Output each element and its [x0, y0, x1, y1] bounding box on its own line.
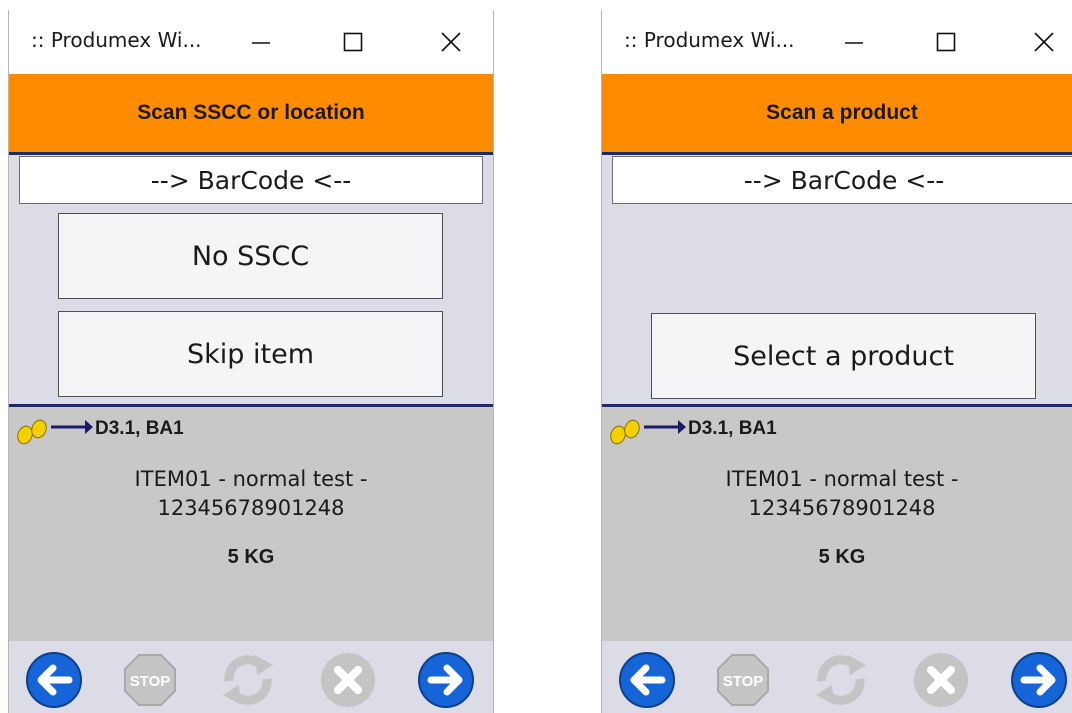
left-window: :: Produmex Wi... Scan SSCC or location … — [8, 10, 494, 713]
arrow-right-icon[interactable] — [1010, 651, 1068, 709]
minimize-icon — [845, 42, 863, 44]
stop-icon: STOP — [124, 654, 176, 706]
title-bar: :: Produmex Wi... — [9, 10, 493, 75]
right-window: :: Produmex Wi... Scan a product --> Bar… — [601, 10, 1072, 713]
instruction-text: Scan SSCC or location — [137, 101, 365, 124]
location-label: D3.1, BA1 — [688, 418, 777, 439]
refresh-icon — [816, 655, 866, 705]
minimize-button[interactable] — [239, 22, 283, 62]
instruction-header: Scan a product — [602, 74, 1072, 155]
refresh-icon — [223, 655, 273, 705]
skip-item-button[interactable]: Skip item — [58, 311, 443, 397]
item-description: ITEM01 - normal test - 12345678901248 — [9, 465, 493, 523]
select-product-button[interactable]: Select a product — [651, 313, 1036, 399]
footsteps-icon — [17, 419, 93, 445]
title-bar: :: Produmex Wi... — [602, 10, 1072, 75]
svg-text:STOP: STOP — [723, 673, 764, 690]
item-line-2: 12345678901248 — [157, 496, 345, 520]
maximize-button[interactable] — [924, 22, 968, 62]
arrow-left-icon[interactable] — [618, 651, 676, 709]
instruction-text: Scan a product — [766, 101, 918, 124]
item-description: ITEM01 - normal test - 12345678901248 — [602, 465, 1072, 523]
item-info-panel: D3.1, BA1 ITEM01 - normal test - 1234567… — [9, 404, 493, 644]
cancel-icon — [321, 653, 375, 707]
location-row: D3.1, BA1 — [606, 411, 777, 447]
location-label: D3.1, BA1 — [95, 418, 184, 439]
item-line-2: 12345678901248 — [748, 496, 936, 520]
arrow-right-icon[interactable] — [417, 651, 475, 709]
close-icon — [441, 32, 461, 52]
item-info-panel: D3.1, BA1 ITEM01 - normal test - 1234567… — [602, 404, 1072, 644]
item-line-1: ITEM01 - normal test - — [725, 467, 959, 491]
instruction-header: Scan SSCC or location — [9, 74, 493, 155]
quantity-label: 5 KG — [227, 546, 275, 568]
close-icon — [1034, 32, 1054, 52]
close-button[interactable] — [429, 22, 473, 62]
close-button[interactable] — [1022, 22, 1066, 62]
barcode-input[interactable]: --> BarCode <-- — [19, 156, 483, 204]
arrow-left-icon[interactable] — [25, 651, 83, 709]
minimize-icon — [252, 42, 270, 44]
maximize-icon — [936, 32, 956, 52]
maximize-button[interactable] — [331, 22, 375, 62]
location-row: D3.1, BA1 — [13, 411, 184, 447]
stop-icon: STOP — [717, 654, 769, 706]
svg-text:STOP: STOP — [130, 673, 171, 690]
cancel-icon — [914, 653, 968, 707]
item-line-1: ITEM01 - normal test - — [134, 467, 368, 491]
minimize-button[interactable] — [832, 22, 876, 62]
barcode-input[interactable]: --> BarCode <-- — [612, 156, 1072, 204]
footsteps-icon — [610, 419, 686, 445]
no-sscc-button[interactable]: No SSCC — [58, 213, 443, 299]
quantity-label: 5 KG — [818, 546, 866, 568]
nav-bar: STOP — [9, 641, 493, 713]
maximize-icon — [343, 32, 363, 52]
window-title: :: Produmex Wi... — [624, 28, 795, 52]
window-title: :: Produmex Wi... — [31, 28, 202, 52]
nav-bar: STOP — [602, 641, 1072, 713]
